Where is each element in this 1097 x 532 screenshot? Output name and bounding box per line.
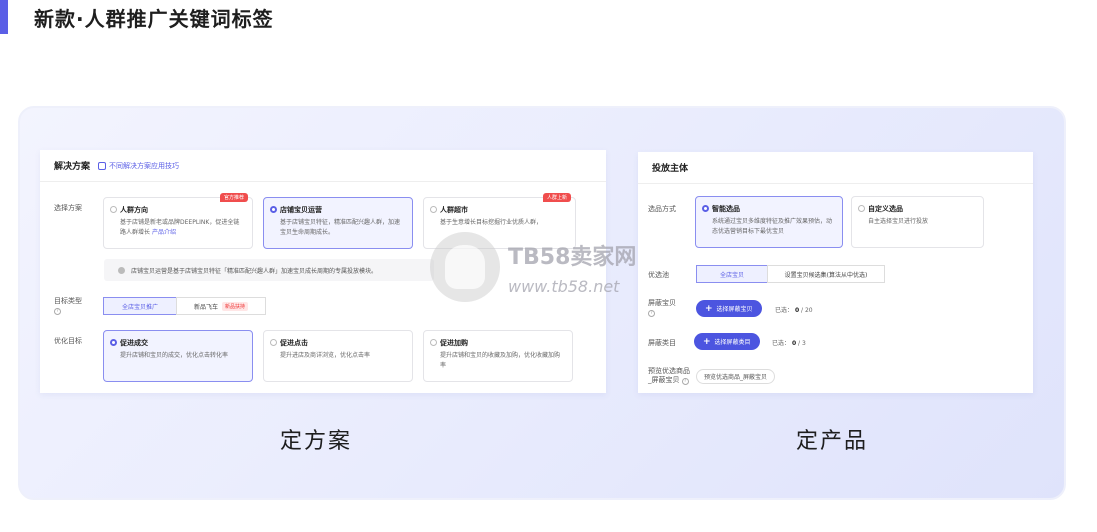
goal-card-conversion[interactable]: 促进成交 提升店铺和宝贝的成交，优化点击转化率 xyxy=(103,330,253,382)
goal-desc: 提升进店及商详浏览，优化点击率 xyxy=(280,352,371,359)
goal-title: 促进加购 xyxy=(440,339,468,347)
goal-desc: 提升店铺和宝贝的收藏及加购，优化收藏加购率 xyxy=(440,352,561,369)
shield-item-label: 屏蔽宝贝? xyxy=(648,299,676,317)
radio-checked-icon xyxy=(270,206,277,213)
watermark-hand-logo-icon xyxy=(430,232,500,302)
solution-panel-header: 解决方案 不同解决方案应用技巧 xyxy=(40,150,606,182)
plan-card-store-item[interactable]: 店铺宝贝运营 基于店铺宝贝特征，精准匹配兴趣人群，加速宝贝生命周期成长。 xyxy=(263,197,413,249)
plus-icon: + xyxy=(703,336,711,347)
radio-checked-icon xyxy=(702,205,709,212)
help-icon: ? xyxy=(681,378,689,385)
goal-label: 优化目标 xyxy=(54,337,82,345)
preview-label: 预览优选商品_屏蔽宝贝 ? xyxy=(648,367,690,385)
goal-card-cart[interactable]: 促进加购 提升店铺和宝贝的收藏及加购，优化收藏加购率 xyxy=(423,330,573,382)
select-shield-item-button[interactable]: + 选择屏蔽宝贝 xyxy=(696,300,762,317)
target-new-product-label: 新品飞车 xyxy=(193,303,218,311)
radio-icon xyxy=(430,339,437,346)
plan-label: 选择方案 xyxy=(54,204,82,212)
delivery-panel-header: 投放主体 xyxy=(638,152,1033,184)
radio-checked-icon xyxy=(110,339,117,346)
section-heading: 新款·人群推广关键词标签 xyxy=(0,0,274,34)
help-icon: ? xyxy=(648,310,655,317)
plan-desc: 基于生意增长目标挖掘行业优质人群， xyxy=(440,219,543,226)
new-crowd-badge: 人群上新 xyxy=(542,193,571,202)
radio-icon xyxy=(858,205,865,212)
plan-card-crowd[interactable]: 人群方向 基于店铺是新老或品牌DEEPLINK，促进全链路人群增长 产品介绍 官… xyxy=(103,193,253,249)
pool-label: 优选池 xyxy=(648,271,669,279)
plan-desc: 基于店铺宝贝特征，精准匹配兴趣人群，加速宝贝生命周期成长。 xyxy=(280,219,401,236)
plan-desc: 基于店铺是新老或品牌DEEPLINK，促进全链路人群增长 产品介绍 xyxy=(120,219,240,236)
delivery-title: 投放主体 xyxy=(652,164,689,174)
plan-tip-bar: 店铺宝贝运营是基于店铺宝贝特征「精准匹配兴趣人群」加速宝贝成长周期的专属投放模块… xyxy=(104,259,434,281)
caption-left: 定方案 xyxy=(280,429,353,454)
plan-title: 人群超市 xyxy=(440,206,468,214)
target-label: 目标类型? xyxy=(54,297,82,315)
solution-tips-link[interactable]: 不同解决方案应用技巧 xyxy=(98,161,179,171)
watermark: TB58卖家网 www.tb58.net xyxy=(430,232,636,302)
method-title: 自定义选品 xyxy=(868,205,903,213)
method-desc: 自主选择宝贝进行投放 xyxy=(868,218,929,225)
method-card-custom[interactable]: 自定义选品 自主选择宝贝进行投放 xyxy=(851,196,984,248)
target-new-product[interactable]: 新品飞车 新品扶持 xyxy=(176,297,266,315)
help-icon: ? xyxy=(54,308,61,315)
method-card-smart[interactable]: 智能选品 系统通过宝贝多维度特征及推广效果预估，动态优选营销目标下最优宝贝 xyxy=(695,196,843,248)
watermark-name: TB58卖家网 xyxy=(508,244,637,270)
select-shield-category-label: 选择屏蔽类目 xyxy=(714,339,751,346)
plan-tip-text: 店铺宝贝运营是基于店铺宝贝特征「精准匹配兴趣人群」加速宝贝成长周期的专属投放模块… xyxy=(131,267,378,275)
plan-title: 店铺宝贝运营 xyxy=(280,206,322,214)
goal-title: 促进点击 xyxy=(280,339,308,347)
select-shield-item-label: 选择屏蔽宝贝 xyxy=(716,306,753,313)
radio-icon xyxy=(430,206,437,213)
radio-icon xyxy=(110,206,117,213)
shield-cat-count: 已选： 0 / 3 xyxy=(772,340,806,347)
caption-right: 定产品 xyxy=(796,429,869,454)
plus-icon: + xyxy=(705,303,713,314)
goal-desc: 提升店铺和宝贝的成交，优化点击转化率 xyxy=(120,352,229,359)
method-label: 选品方式 xyxy=(648,205,676,213)
select-shield-category-button[interactable]: + 选择屏蔽类目 xyxy=(694,333,760,350)
watermark-url: www.tb58.net xyxy=(508,276,620,296)
page-title: 新款·人群推广关键词标签 xyxy=(34,6,274,31)
info-icon xyxy=(118,266,125,274)
pool-candidate-set[interactable]: 设置宝贝候选集(算法从中优选) xyxy=(767,265,885,283)
goal-title: 促进成交 xyxy=(120,339,148,347)
hat-icon xyxy=(98,161,107,170)
heading-accent-bar xyxy=(0,0,8,34)
method-title: 智能选品 xyxy=(712,205,740,213)
pool-all-store[interactable]: 全店宝贝 xyxy=(696,265,768,283)
plan-title: 人群方向 xyxy=(120,206,148,214)
solution-tips-text: 不同解决方案应用技巧 xyxy=(109,161,180,170)
method-desc: 系统通过宝贝多维度特征及推广效果预估，动态优选营销目标下最优宝贝 xyxy=(712,218,833,235)
shield-cat-label: 屏蔽类目 xyxy=(648,339,676,347)
radio-icon xyxy=(270,339,277,346)
goal-card-click[interactable]: 促进点击 提升进店及商详浏览，优化点击率 xyxy=(263,330,413,382)
shield-item-count: 已选： 0 / 20 xyxy=(775,307,813,314)
new-product-badge: 新品扶持 xyxy=(222,301,249,311)
product-intro-link[interactable]: 产品介绍 xyxy=(152,229,176,236)
target-all-store[interactable]: 全店宝贝推广 xyxy=(103,297,177,315)
solution-title: 解决方案 xyxy=(54,162,91,172)
preview-button[interactable]: 预览优选商品_屏蔽宝贝 xyxy=(696,369,776,384)
official-recommend-badge: 官方推荐 xyxy=(219,193,248,202)
